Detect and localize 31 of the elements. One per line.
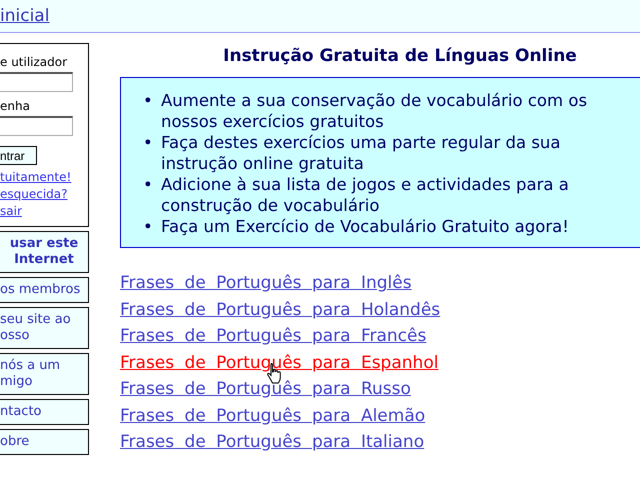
- language-link[interactable]: Frases de Português para Russo: [120, 376, 411, 402]
- language-link[interactable]: Frases de Português para Francês: [120, 323, 426, 350]
- bullet-marker: •: [143, 216, 154, 237]
- language-link[interactable]: Frases de Português para Inglês: [120, 270, 412, 296]
- language-link[interactable]: Frases de Português para Italiano: [120, 429, 424, 456]
- bullet-item: Faça um Exercício de Vocabulário Gratuito agora!: [161, 216, 569, 237]
- bullet-marker: •: [143, 174, 154, 196]
- bullet-item: Faça destes exercícios uma parte regular da sua instrução online gratuita: [161, 132, 562, 174]
- menu-item[interactable]: usar este Internet: [0, 231, 89, 273]
- bullet-marker: •: [143, 90, 154, 112]
- language-link[interactable]: Frases de Português para Espanhol: [120, 350, 438, 376]
- login-link[interactable]: sair: [0, 203, 88, 220]
- menu-item[interactable]: obre: [0, 429, 89, 455]
- menu-item[interactable]: nós a um migo: [0, 353, 89, 395]
- username-label: e utilizador: [0, 54, 68, 70]
- menu-item[interactable]: seu site ao osso: [0, 307, 89, 349]
- language-link[interactable]: Frases de Português para Holandês: [120, 296, 440, 323]
- home-link[interactable]: inicial: [0, 6, 50, 26]
- username-field[interactable]: [0, 72, 73, 92]
- password-label: enha: [0, 98, 31, 114]
- menu-item[interactable]: ntacto: [0, 399, 89, 425]
- password-field[interactable]: [0, 116, 73, 136]
- language-link[interactable]: Frases de Português para Alemão: [120, 402, 426, 429]
- bullet-item: Adicione à sua lista de jogos e actividades para a construção de vocabulário: [161, 174, 570, 216]
- page-title: Instrução Gratuita de Línguas Online: [222, 45, 578, 67]
- login-link[interactable]: esquecida?: [0, 186, 88, 203]
- menu-item[interactable]: os membros: [0, 277, 89, 303]
- login-link[interactable]: tuitamente!: [0, 169, 88, 186]
- bullet-item: Aumente a sua conservação de vocabulário com os nossos exercícios gratuitos: [161, 90, 588, 132]
- login-button[interactable]: ntrar: [0, 146, 37, 165]
- bullet-marker: •: [143, 132, 154, 154]
